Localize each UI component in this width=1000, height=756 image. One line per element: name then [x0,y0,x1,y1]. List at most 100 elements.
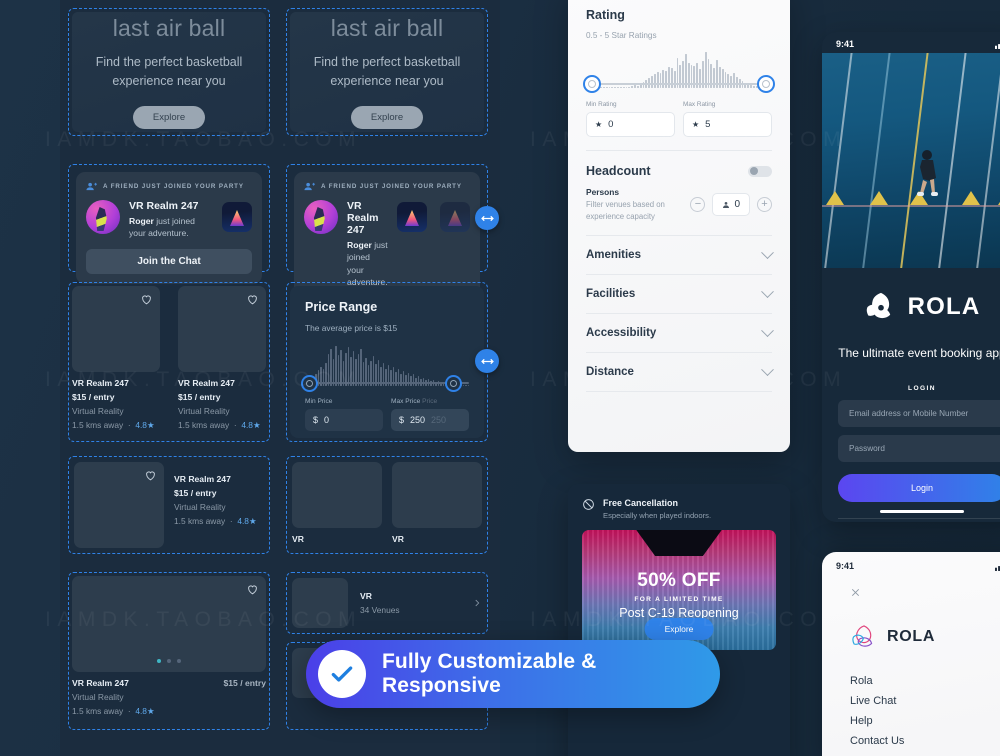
persons-label: Persons [586,187,620,197]
menu-item-live-chat[interactable]: Live Chat [850,695,1000,707]
section-distance[interactable]: Distance [568,353,790,378]
heart-icon[interactable] [246,293,259,306]
histogram-bar [405,374,407,386]
histogram-bar [636,85,639,88]
price-histogram [301,342,469,392]
max-price-input[interactable]: $250 250 [391,409,469,431]
listing-card-1[interactable]: VR Realm 247 $15 / entry Virtual Reality… [72,286,160,430]
email-field[interactable]: Email address or Mobile Number [838,399,1000,427]
rating-slider-max-knob[interactable] [757,75,775,93]
star-icon-4: ★ [146,706,155,716]
vr-tile-2[interactable]: VR [392,462,482,544]
brand-lockup: ROLA [822,290,1000,324]
vr-label-2: VR [392,534,404,544]
carousel-price: $15 / entry [223,678,266,688]
persons-count-box[interactable]: 0 [712,193,750,217]
promo-offer-small: FOR A LIMITED TIME [634,596,724,603]
menu-item-help[interactable]: Help [850,715,1000,727]
rating-slider-track[interactable] [586,83,772,85]
histogram-bar [611,86,614,88]
listing-category-2: Virtual Reality [178,406,230,416]
heart-icon[interactable] [246,583,259,596]
carousel-dots[interactable] [157,659,181,663]
free-cancellation-sub: Especially when played indoors. [603,511,712,520]
design-board-canvas: last air ball Find the perfect basketbal… [0,0,1000,756]
resize-handle-1[interactable] [475,206,499,230]
listing-card-horizontal[interactable]: VR Realm 247 $15 / entry Virtual Reality… [74,462,264,548]
price-slider-min-knob[interactable] [301,375,318,392]
friend-user-name: Roger [129,216,154,226]
carousel-dot-1[interactable] [157,659,161,663]
resize-handle-2[interactable] [475,349,499,373]
price-slider-max-knob[interactable] [445,375,462,392]
star-icon-max: ★ [692,120,700,129]
section-facilities[interactable]: Facilities [568,275,790,300]
chevron-right-icon[interactable] [472,598,482,608]
section-amenities[interactable]: Amenities [568,236,790,261]
max-price-label-text: Max Price [391,398,421,405]
person-icon [723,201,730,208]
star-icon-3: ★ [248,516,257,526]
menu-item-contact-us[interactable]: Contact Us [850,735,1000,747]
menu-brand-lockup: ROLA [850,623,1000,651]
hero-subtitle: Find the perfect basketball experience n… [95,54,243,88]
price-range-card: Price Range The average price is $15 Min… [290,286,484,438]
listing-rating-1: 4.8 [135,420,147,430]
feature-badge: Fully Customizable & Responsive [306,640,720,708]
headcount-toggle[interactable] [748,165,772,177]
explore-button-2[interactable]: Explore [350,106,424,130]
section-amenities-label: Amenities [586,249,641,262]
close-icon[interactable] [850,587,861,598]
promo-explore-button[interactable]: Explore [644,618,714,640]
price-range-title: Price Range [305,300,378,314]
histogram-bar [400,373,402,386]
promo-banner[interactable]: 50% OFF FOR A LIMITED TIME Post C-19 Reo… [582,530,776,650]
carousel-card[interactable]: VR Realm 247 $15 / entry Virtual Reality… [72,576,266,716]
min-price-input[interactable]: $0 [305,409,383,431]
home-indicator [880,509,964,513]
add-person-icon [86,182,97,191]
signal-icon [995,43,1000,49]
feature-badge-text: Fully Customizable & Responsive [382,650,597,697]
min-rating-input[interactable]: ★ 0 [586,112,675,137]
histogram-bar [608,87,611,88]
decrement-button[interactable]: − [690,197,706,213]
star-icon-min: ★ [595,120,603,129]
rating-slider-min-knob[interactable] [583,75,601,93]
promo-offer: 50% OFF [637,570,721,591]
heart-icon[interactable] [140,293,153,306]
friend-card-body: VR Realm 247 Roger just joined your adve… [86,200,252,240]
section-accessibility-label: Accessibility [586,327,657,340]
rating-histogram [583,48,775,93]
carousel-dot-3[interactable] [177,659,181,663]
menu-item-rola[interactable]: Rola [850,675,1000,687]
price-range-subtitle: The average price is $15 [305,323,398,333]
sep-dot: · [127,420,131,430]
carousel-distance: 1.5 kms away [72,706,124,716]
max-price-value: 250 [410,415,426,425]
password-field[interactable]: Password [838,434,1000,462]
listing-title-1: VR Realm 247 [72,378,129,388]
vr-venues-row[interactable]: VR 34 Venues [292,578,482,628]
listing-card-2[interactable]: VR Realm 247 $15 / entry Virtual Reality… [178,286,266,430]
rating-section-title: Rating [586,8,625,22]
min-rating-value: 0 [608,119,614,130]
login-button[interactable]: Login [838,473,1000,502]
arrows-horizontal-icon [480,358,494,364]
explore-button[interactable]: Explore [132,106,206,130]
heart-icon[interactable] [144,469,157,482]
carousel-dot-2[interactable] [167,659,171,663]
add-person-icon [304,182,315,191]
promo-card: Free Cancellation Especially when played… [568,484,790,756]
signal-icon-2 [995,565,1000,571]
increment-button[interactable]: + [757,197,772,213]
join-chat-button[interactable]: Join the Chat [86,248,252,274]
vr-tile-1[interactable]: VR [292,462,382,544]
listing-meta-3: 1.5 kms away · 4.8★ [174,516,256,526]
friend-joined-card-1[interactable]: A FRIEND JUST JOINED YOUR PARTY VR Realm… [76,172,262,284]
hero-subtitle-2: Find the perfect basketball experience n… [313,54,461,88]
histogram-bar [665,70,668,88]
max-rating-input[interactable]: ★ 5 [683,112,772,137]
friend-card-header-2: A FRIEND JUST JOINED YOUR PARTY [304,181,470,192]
section-accessibility[interactable]: Accessibility [568,314,790,339]
